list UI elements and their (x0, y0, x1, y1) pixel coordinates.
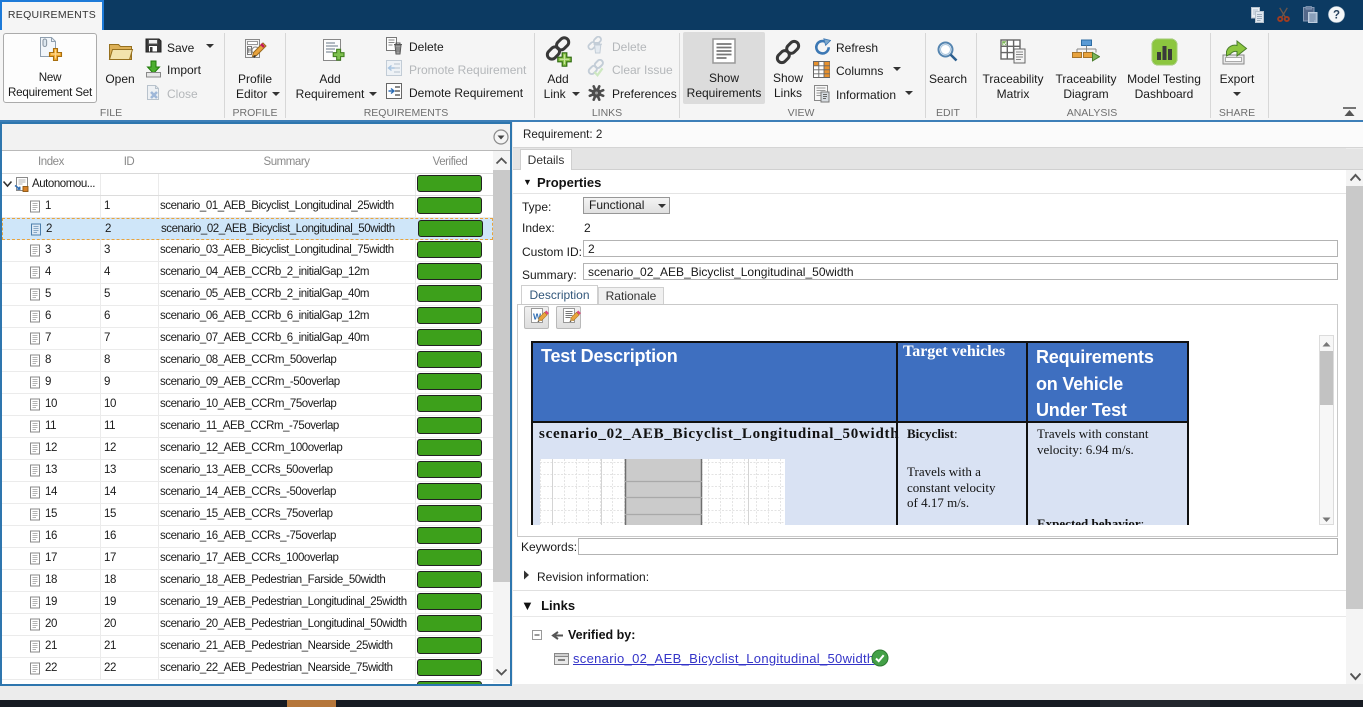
svg-text:?: ? (1333, 10, 1340, 22)
